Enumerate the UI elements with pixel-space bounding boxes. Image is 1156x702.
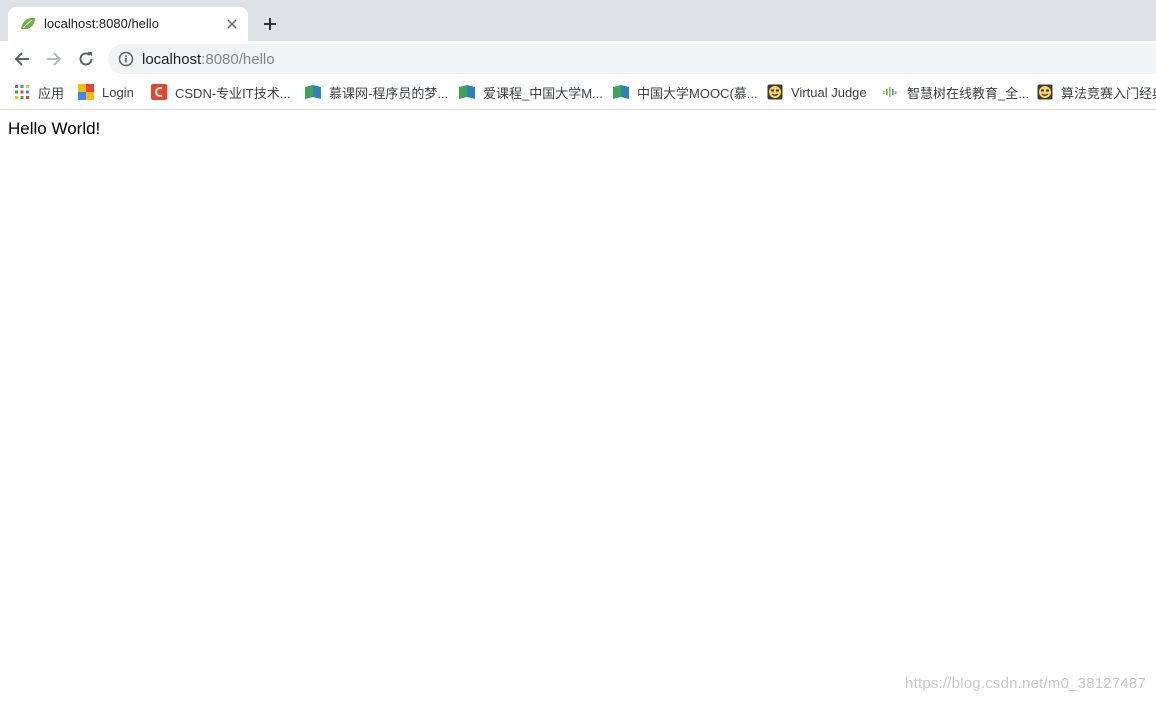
bookmark-login[interactable]: Login [78,77,134,107]
reload-icon [79,52,93,66]
bookmark-algo[interactable]: 算法竞赛入门经典 [1037,77,1156,107]
page-content: Hello World! https://blog.csdn.net/m0_38… [0,110,1156,702]
bookmark-label: Login [102,84,134,100]
watermark: https://blog.csdn.net/m0_38127487 [905,675,1146,692]
active-tab[interactable]: localhost:8080/hello [8,7,248,41]
tab-title: localhost:8080/hello [44,16,159,31]
back-button[interactable] [10,47,34,71]
bookmark-imooc[interactable]: 慕课网-程序员的梦... [305,77,448,107]
bookmark-csdn[interactable]: CSDN-专业IT技术... [151,77,291,107]
bookmark-vjudge[interactable]: Virtual Judge [767,77,867,107]
toolbar: localhost:8080/hello [0,41,1156,77]
book-icon [613,84,629,100]
bookmarks-bar: 应用 Login CSDN-专业IT技术... 慕课网-程序员的梦... 爱课程… [0,77,1156,110]
info-icon[interactable] [118,51,134,67]
bookmark-label: 算法竞赛入门经典 [1061,85,1156,101]
bookmark-label: Virtual Judge [791,84,867,100]
new-tab-button[interactable] [258,12,282,36]
tab-strip: localhost:8080/hello [0,0,1156,41]
url-text[interactable]: localhost:8080/hello [142,51,275,68]
book-icon [305,84,321,100]
smiley-icon [767,84,783,100]
bookmark-label: 慕课网-程序员的梦... [329,85,449,101]
bookmark-apps[interactable]: 应用 [14,77,64,107]
browser-window: localhost:8080/hello localhost:8080/hell… [0,0,1156,702]
bookmark-zhihuishu[interactable]: 智慧树在线教育_全... [883,77,1029,107]
bookmark-label: 应用 [38,85,65,101]
url-path: :8080/hello [201,51,275,68]
csdn-icon [151,84,167,100]
bookmark-label: 智慧树在线教育_全... [907,85,1030,101]
spring-leaf-icon [20,17,36,31]
arrow-right-icon [47,52,62,66]
bookmark-label: CSDN-专业IT技术... [175,85,291,101]
bookmark-mooc[interactable]: 中国大学MOOC(慕... [613,77,758,107]
login-icon [78,84,94,100]
book-icon [459,84,475,100]
forward-button[interactable] [42,47,66,71]
url-host: localhost [142,51,202,68]
page-text: Hello World! [8,119,101,138]
address-bar[interactable]: localhost:8080/hello [108,44,1156,74]
smiley-icon [1037,84,1053,100]
close-tab-icon[interactable] [222,14,242,34]
wave-icon [883,84,899,100]
bookmark-label: 爱课程_中国大学M... [483,85,603,101]
reload-button[interactable] [74,47,98,71]
apps-grid-icon [14,84,30,100]
bookmark-icourses[interactable]: 爱课程_中国大学M... [459,77,603,107]
bookmark-label: 中国大学MOOC(慕... [637,85,758,101]
arrow-left-icon [14,52,29,66]
plus-icon [264,18,276,30]
